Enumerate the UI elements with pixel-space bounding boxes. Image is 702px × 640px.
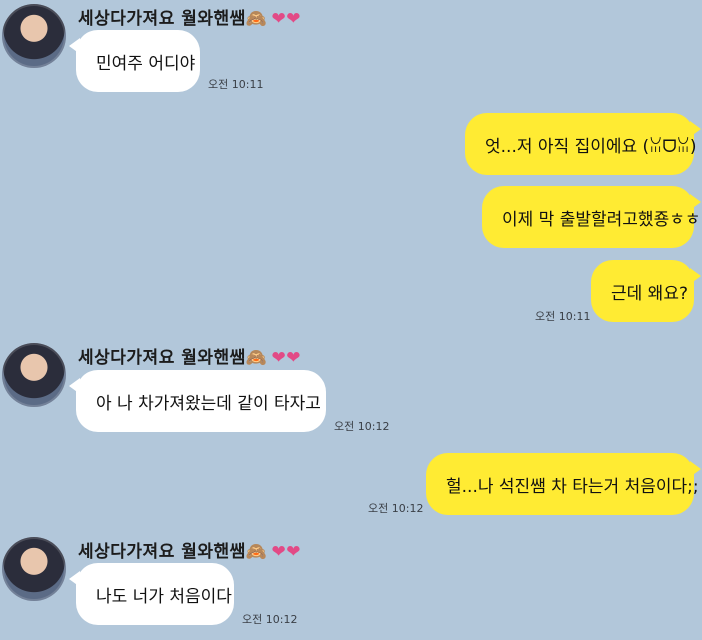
sender-name: 세상다가져요 월와핸쌤🙈 ❤❤: [78, 4, 301, 29]
heart-icons: ❤❤: [271, 348, 301, 368]
message-text: 근데 왜요?: [611, 283, 688, 304]
message-bubble-incoming[interactable]: 아 나 차가져왔는데 같이 타자고: [69, 370, 326, 432]
avatar[interactable]: [2, 343, 66, 407]
message-text: 나도 너가 처음이다: [96, 586, 232, 607]
sender-name-text: 세상다가져요 월와핸쌤🙈: [78, 9, 268, 29]
message-timestamp: 오전 10:11: [535, 310, 591, 323]
avatar[interactable]: [2, 537, 66, 601]
message-bubble-incoming[interactable]: 나도 너가 처음이다: [69, 563, 234, 625]
message-bubble-outgoing[interactable]: 근데 왜요?: [591, 260, 701, 322]
message-timestamp: 오전 10:11: [208, 78, 264, 91]
message-text: 헐...나 석진쌤 차 타는거 처음이다;;: [446, 476, 699, 497]
message-timestamp: 오전 10:12: [334, 420, 390, 433]
sender-name: 세상다가져요 월와핸쌤🙈 ❤❤: [78, 343, 301, 368]
message-text: 이제 막 출발할려고했죵ㅎㅎ: [502, 209, 701, 230]
heart-icons: ❤❤: [271, 542, 301, 562]
message-bubble-outgoing[interactable]: 이제 막 출발할려고했죵ㅎㅎ: [482, 186, 701, 248]
sender-name-text: 세상다가져요 월와핸쌤🙈: [78, 542, 268, 562]
message-timestamp: 오전 10:12: [242, 613, 298, 626]
message-bubble-outgoing[interactable]: 헐...나 석진쌤 차 타는거 처음이다;;: [426, 453, 701, 515]
message-text: 민여주 어디야: [96, 53, 196, 74]
message-text: 엇...저 아직 집이에요 (ꈍᗜꈍ): [485, 136, 697, 157]
sender-name: 세상다가져요 월와핸쌤🙈 ❤❤: [78, 537, 301, 562]
heart-icons: ❤❤: [271, 9, 301, 29]
message-timestamp: 오전 10:12: [368, 502, 424, 515]
message-text: 아 나 차가져왔는데 같이 타자고: [96, 393, 321, 414]
message-bubble-outgoing[interactable]: 엇...저 아직 집이에요 (ꈍᗜꈍ): [465, 113, 701, 175]
avatar[interactable]: [2, 4, 66, 68]
message-bubble-incoming[interactable]: 민여주 어디야: [69, 30, 200, 92]
sender-name-text: 세상다가져요 월와핸쌤🙈: [78, 348, 268, 368]
